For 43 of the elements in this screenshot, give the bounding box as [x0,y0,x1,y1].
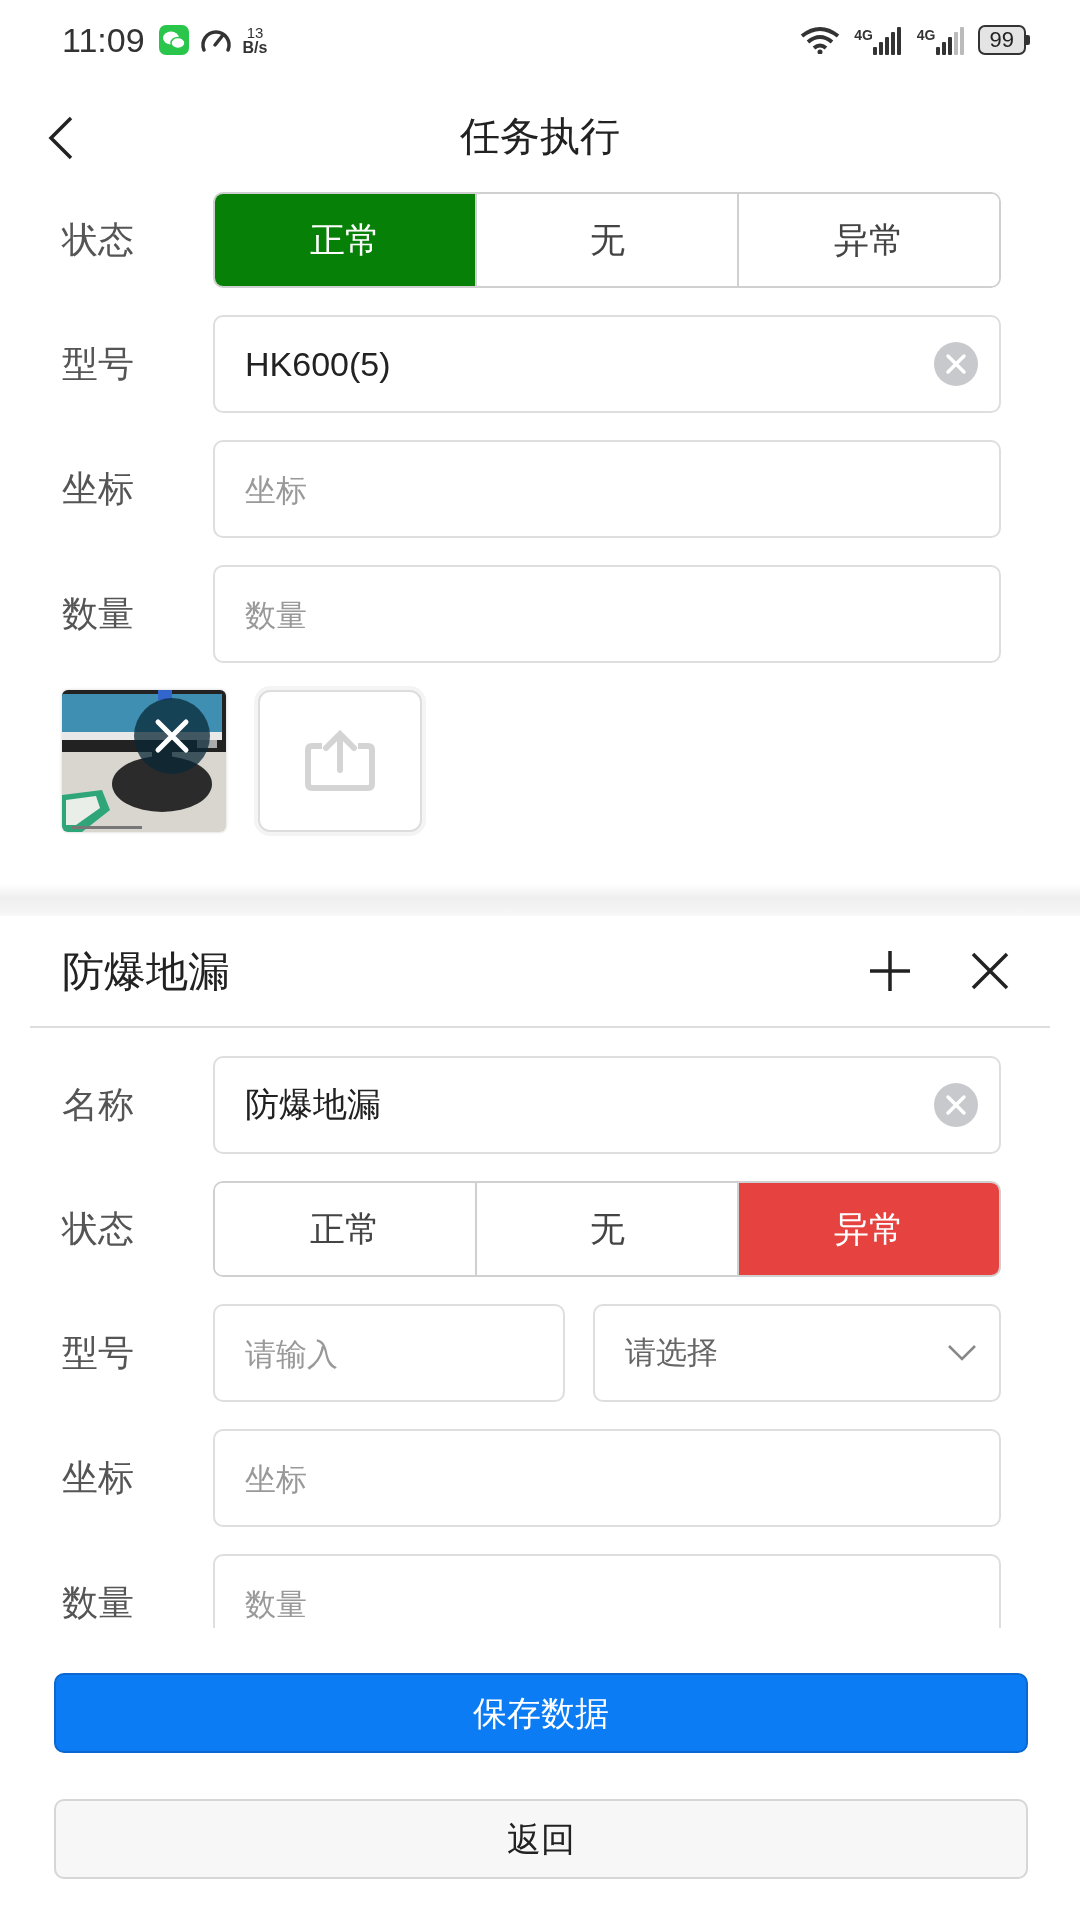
status-time: 11:09 [62,19,145,61]
back-button[interactable] [48,116,74,160]
back-text-button[interactable]: 返回 [54,1799,1028,1879]
signal-icon [935,25,966,55]
network-type: 4G [916,26,936,45]
back-icon [48,116,74,160]
input-field[interactable]: HK600(5) [213,315,1001,413]
field-label: 数量 [62,1581,135,1625]
page-title: 任务执行 [460,113,620,160]
field-label: 数量 [62,592,135,636]
status-option[interactable]: 正常 [215,1183,477,1275]
plus-icon [868,949,912,993]
field-label: 型号 [62,1331,135,1375]
wifi-icon [800,26,841,54]
input-field[interactable]: 坐标 [213,440,1001,538]
field-label: 型号 [62,342,135,386]
chevron-down-icon [947,1344,977,1362]
field-label: 状态 [62,218,135,262]
signal-icon [872,25,903,55]
section-title: 防爆地漏 [62,946,231,997]
upload-icon [304,730,376,792]
status-option[interactable]: 正常 [215,194,477,286]
input-field[interactable]: 数量 [213,565,1001,663]
close-button[interactable] [970,951,1010,991]
field-label: 状态 [62,1207,135,1251]
input-field[interactable]: 数量 [213,1554,1001,1628]
save-button[interactable]: 保存数据 [54,1673,1028,1753]
status-option[interactable]: 异常 [739,1183,999,1275]
net-speed-unit: B/s [242,39,268,56]
add-button[interactable] [868,949,912,993]
select-field[interactable]: 请选择 [593,1304,1001,1402]
input-field[interactable]: 请输入 [213,1304,565,1402]
input-field[interactable]: 防爆地漏 [213,1056,1001,1154]
net-speed-value: 13 [246,24,264,40]
battery-level: 99 [977,25,1026,55]
field-label: 名称 [62,1083,135,1127]
field-label: 坐标 [62,1456,135,1500]
chat-app-icon [158,25,189,55]
network-type: 4G [854,26,873,45]
field-label: 坐标 [62,467,135,511]
close-icon [154,718,190,754]
close-icon [970,951,1010,991]
input-field[interactable]: 坐标 [213,1429,1001,1527]
